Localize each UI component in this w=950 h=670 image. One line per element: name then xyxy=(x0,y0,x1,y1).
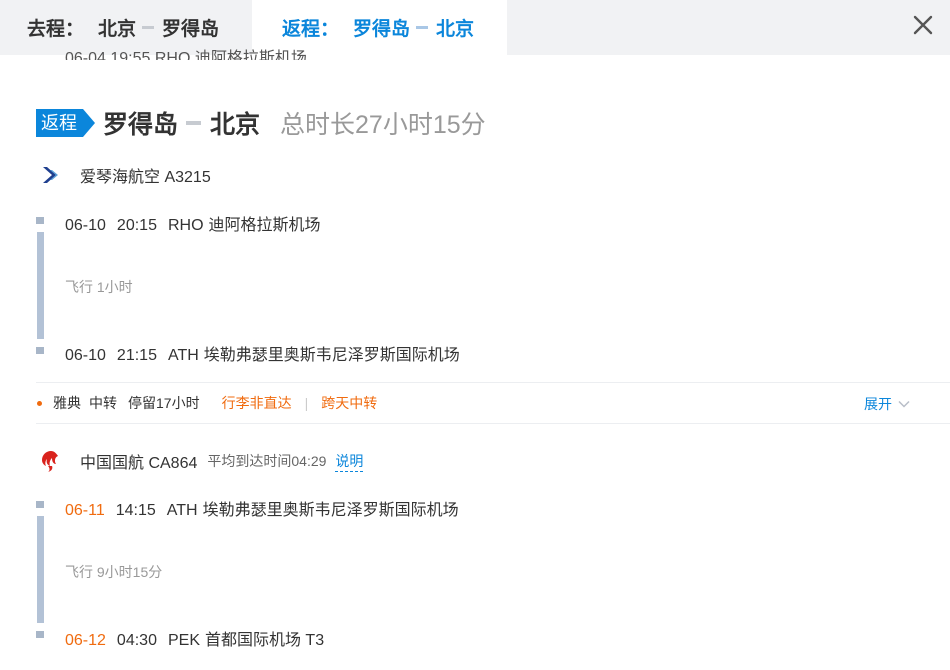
tab-return-prefix: 返程： xyxy=(282,19,340,40)
arrival-airport-code: PEK xyxy=(167,632,200,649)
arrival-row: 06-10 21:15 ATH 埃勒弗瑟里奥斯韦尼泽罗斯国际机场 xyxy=(65,341,460,365)
departure-airport-code: ATH xyxy=(166,502,198,519)
departure-row: 06-11 14:15 ATH 埃勒弗瑟里奥斯韦尼泽罗斯国际机场 xyxy=(65,496,459,520)
arrival-date: 06-12 xyxy=(65,632,106,649)
route-separator xyxy=(416,26,429,29)
tab-outbound-prefix: 去程： xyxy=(27,19,85,40)
route-separator xyxy=(142,26,155,29)
return-badge: 返程 xyxy=(36,109,95,137)
arrival-time: 21:15 xyxy=(116,347,157,364)
departure-airport-code: RHO xyxy=(167,217,204,234)
tab-return-to: 北京 xyxy=(436,19,475,40)
total-duration: 总时长27小时15分 xyxy=(280,111,486,139)
timeline-bar xyxy=(37,516,44,623)
overnight-transfer-tag: 跨天中转 xyxy=(321,395,378,411)
tag-divider: | xyxy=(304,395,309,411)
air-china-logo-icon xyxy=(42,451,58,472)
departure-airport: 埃勒弗瑟里奥斯韦尼泽罗斯国际机场 xyxy=(202,502,459,519)
airline-name: 中国国航 CA864 xyxy=(80,455,198,472)
timeline-node xyxy=(36,631,44,638)
baggage-not-through-tag: 行李非直达 xyxy=(221,395,292,411)
flight-time: 飞行 1小时 xyxy=(65,279,133,295)
arrival-airport: 埃勒弗瑟里奥斯韦尼泽罗斯国际机场 xyxy=(203,347,460,364)
transfer-info: 雅典 中转 停留17小时 行李非直达 | 跨天中转 展开 xyxy=(36,382,950,424)
departure-time: 14:15 xyxy=(115,502,156,519)
flight-time: 飞行 9小时15分 xyxy=(65,564,163,580)
chevron-down-icon xyxy=(898,400,910,408)
route-header: 返程 罗得岛 北京 总时长27小时15分 xyxy=(36,103,486,143)
close-button[interactable] xyxy=(910,12,936,38)
explain-link[interactable]: 说明 xyxy=(335,451,364,472)
transfer-city: 雅典 xyxy=(53,395,81,411)
scrolled-previous-row: 06-04 19:55 RHO 迪阿格拉斯机场 xyxy=(65,38,415,60)
expand-button[interactable]: 展开 xyxy=(864,394,910,414)
tab-outbound-from: 北京 xyxy=(98,19,137,40)
departure-time: 20:15 xyxy=(116,217,157,234)
timeline-node xyxy=(36,501,44,508)
layover-duration: 停留17小时 xyxy=(128,395,200,411)
airline-row: 中国国航 CA864 平均到达时间04:29 说明 xyxy=(38,448,364,474)
departure-airport: 迪阿格拉斯机场 xyxy=(208,217,321,234)
route-to: 北京 xyxy=(210,111,261,139)
arrival-airport: 首都国际机场 T3 xyxy=(204,632,325,649)
timeline-bar xyxy=(37,232,44,339)
aegean-airlines-logo-icon xyxy=(43,167,58,183)
previous-row-text: 06-04 19:55 RHO 迪阿格拉斯机场 xyxy=(65,50,307,60)
airline-row: 爱琴海航空 A3215 xyxy=(38,162,211,188)
average-arrival-time: 平均到达时间04:29 xyxy=(207,453,327,469)
expand-label: 展开 xyxy=(864,396,892,412)
airline-name: 爱琴海航空 A3215 xyxy=(80,169,211,186)
timeline-node xyxy=(36,217,44,224)
transfer-bullet xyxy=(37,400,42,406)
departure-date: 06-11 xyxy=(65,502,105,519)
close-icon xyxy=(913,15,933,35)
transfer-kind: 中转 xyxy=(89,395,117,411)
tab-return-from: 罗得岛 xyxy=(353,19,411,40)
tab-outbound-to: 罗得岛 xyxy=(162,19,220,40)
departure-date: 06-10 xyxy=(65,217,106,234)
arrival-airport-code: ATH xyxy=(167,347,199,364)
route-separator xyxy=(186,121,202,125)
departure-row: 06-10 20:15 RHO 迪阿格拉斯机场 xyxy=(65,211,321,235)
arrival-time: 04:30 xyxy=(116,632,157,649)
arrival-row: 06-12 04:30 PEK 首都国际机场 T3 xyxy=(65,626,324,650)
timeline-node xyxy=(36,347,44,354)
route-from: 罗得岛 xyxy=(103,111,179,139)
arrival-date: 06-10 xyxy=(65,347,106,364)
